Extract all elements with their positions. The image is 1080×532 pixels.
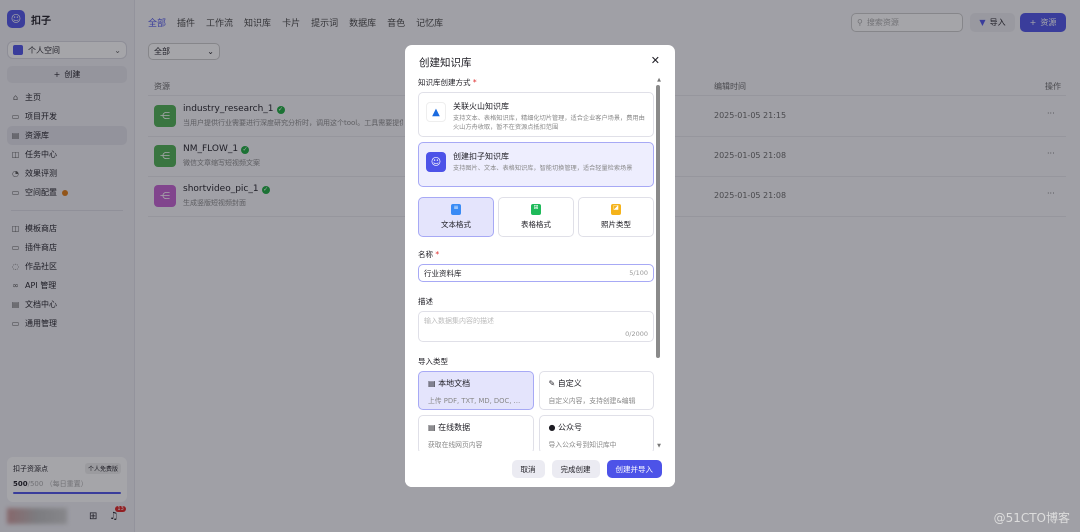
- scroll-down-arrow[interactable]: ▼: [657, 443, 661, 449]
- name-count: 5/100: [629, 269, 648, 277]
- import-type-title: 自定义: [557, 379, 582, 388]
- format-image[interactable]: ◪ 照片类型: [578, 197, 654, 237]
- coze-logo-icon: ☺: [426, 152, 446, 172]
- method-volcano[interactable]: ▲ 关联火山知识库支持文本、表格知识库，精细化切片管理，适合企业客户场景，费用由火…: [418, 92, 654, 137]
- image-icon: ◪: [611, 204, 621, 215]
- text-doc-icon: ≡: [451, 204, 461, 215]
- name-value: 行业资料库: [424, 268, 462, 278]
- import-type-title: 公众号: [558, 423, 583, 432]
- method-desc: 支持文本、表格知识库，精细化切片管理，适合企业客户场景，费用由火山方舟收取，暂不…: [453, 115, 645, 131]
- import-type-icon: ✎: [548, 379, 556, 388]
- name-input[interactable]: 行业资料库 5/100: [418, 264, 654, 282]
- import-type-option[interactable]: ✎ 自定义自定义内容，支持创建&编辑: [538, 371, 654, 410]
- import-type-desc: 自定义内容，支持创建&编辑: [548, 397, 636, 405]
- import-type-desc: 获取在线网页内容: [428, 441, 483, 449]
- create-and-import-button[interactable]: 创建并导入: [606, 460, 662, 478]
- desc-count: 0/2000: [625, 330, 648, 338]
- modal-scrollbar[interactable]: [656, 85, 660, 358]
- name-label: 名称: [418, 250, 433, 259]
- import-type-title: 本地文档: [438, 379, 471, 388]
- watermark: @51CTO博客: [993, 511, 1070, 525]
- finish-create-button[interactable]: 完成创建: [551, 460, 600, 478]
- create-knowledge-modal: 创建知识库 ✕ 知识库创建方式 * ▲ 关联火山知识库 支持文本、表格知识库，精细化…: [405, 45, 675, 487]
- close-icon[interactable]: ✕: [651, 54, 660, 67]
- method-desc: 支持图片、文本、表格知识库，智能切换管理，适合轻量检索场景: [453, 165, 633, 172]
- desc-placeholder: 输入数据集内容的描述: [424, 317, 494, 325]
- import-type-desc: 上传 PDF, TXT, MD, DOC, …: [428, 397, 521, 405]
- format-text[interactable]: ≡ 文本格式: [418, 197, 494, 237]
- import-type-option[interactable]: ▤ 本地文档上传 PDF, TXT, MD, DOC, …: [418, 371, 534, 410]
- volcano-logo-icon: ▲: [426, 102, 446, 122]
- table-icon: ⊞: [531, 204, 541, 215]
- import-type-icon: ▤: [428, 423, 436, 432]
- import-type-icon: ●: [548, 423, 556, 432]
- import-type-desc: 导入公众号到知识库中: [548, 441, 617, 449]
- scroll-up-arrow[interactable]: ▲: [657, 77, 661, 83]
- import-type-title: 在线数据: [438, 423, 471, 432]
- method-coze[interactable]: ☺ 创建扣子知识库支持图片、文本、表格知识库，智能切换管理，适合轻量检索场景: [418, 142, 654, 187]
- format-label: 照片类型: [601, 220, 631, 229]
- import-type-icon: ▤: [428, 379, 436, 388]
- modal-title: 创建知识库: [419, 57, 472, 69]
- method-title: 关联火山知识库: [453, 102, 509, 111]
- description-textarea[interactable]: 输入数据集内容的描述 0/2000: [418, 311, 654, 342]
- import-type-option[interactable]: ▤ 在线数据获取在线网页内容: [418, 415, 534, 454]
- cancel-button[interactable]: 取消: [511, 460, 545, 478]
- format-label: 表格格式: [521, 220, 551, 229]
- import-type-label: 导入类型: [418, 357, 448, 366]
- format-label: 文本格式: [441, 220, 471, 229]
- format-table[interactable]: ⊞ 表格格式: [498, 197, 574, 237]
- method-title: 创建扣子知识库: [453, 152, 509, 161]
- import-type-option[interactable]: ● 公众号导入公众号到知识库中: [538, 415, 654, 454]
- desc-label: 描述: [418, 297, 433, 306]
- method-label: 知识库创建方式: [418, 78, 471, 87]
